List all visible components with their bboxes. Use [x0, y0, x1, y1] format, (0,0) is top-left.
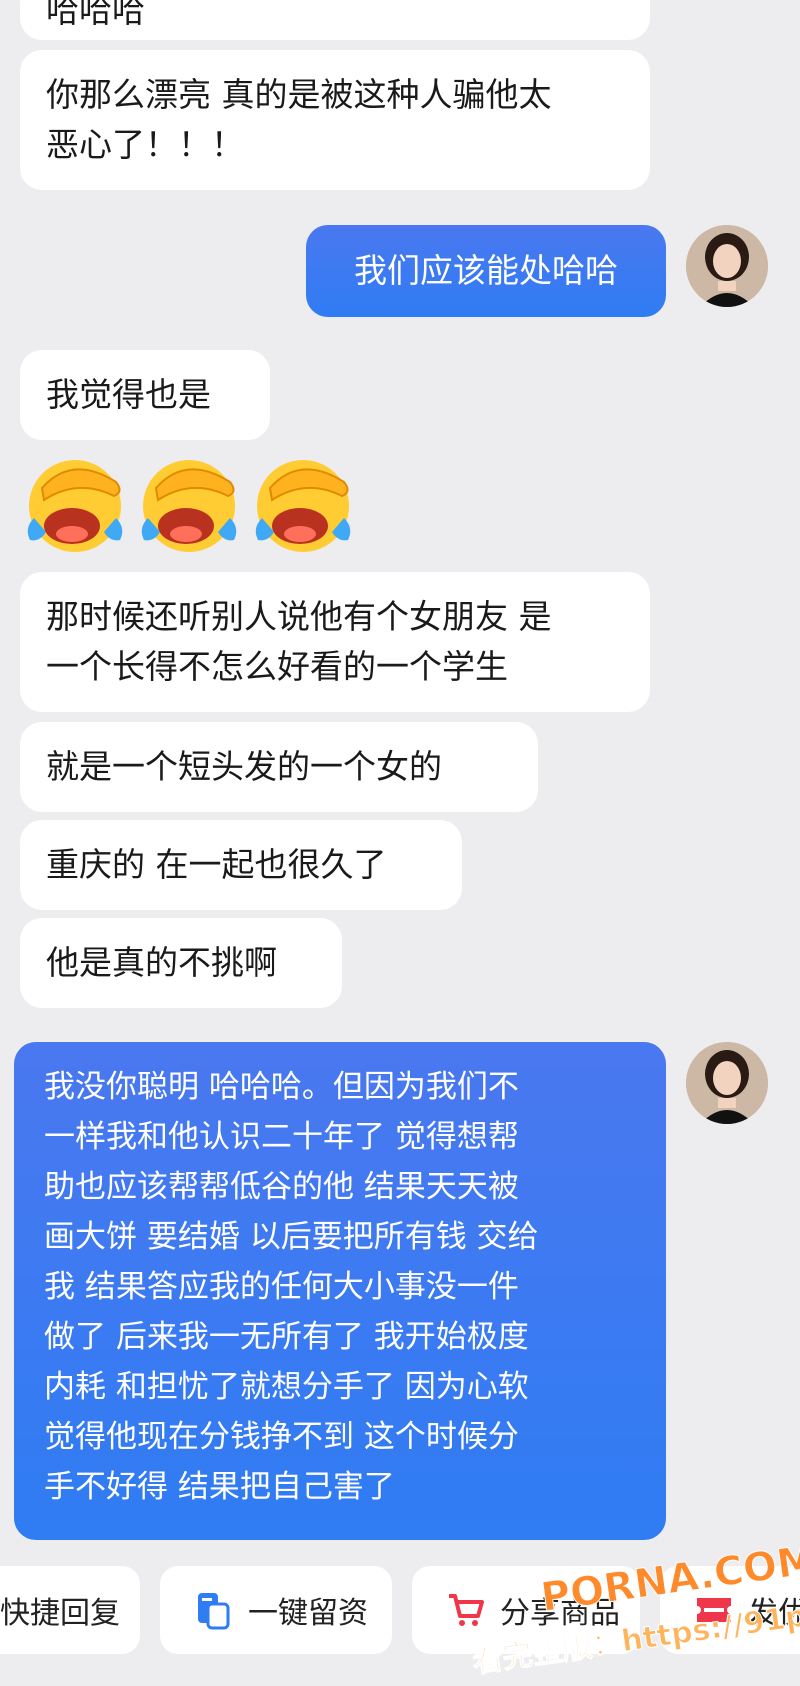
- message-bubble-incoming: 哈哈哈: [20, 0, 650, 40]
- form-icon: [198, 1593, 230, 1630]
- message-bubble-incoming: 那时候还听别人说他有个女朋友 是 一个长得不怎么好看的一个学生: [20, 572, 650, 712]
- shopping-cart-icon: [449, 1594, 484, 1626]
- message-bubble-incoming: 重庆的 在一起也很久了: [20, 820, 462, 910]
- message-bubble-outgoing: 我没你聪明 哈哈哈。但因为我们不 一样我和他认识二十年了 觉得想帮 助也应该帮帮…: [14, 1042, 666, 1540]
- message-bubble-incoming: 就是一个短头发的一个女的: [20, 722, 538, 812]
- avatar[interactable]: [686, 1042, 768, 1124]
- message-bubble-outgoing: 我们应该能处哈哈: [306, 225, 666, 317]
- quick-reply-label: 快捷回复: [0, 1596, 120, 1631]
- one-click-lead-label: 一键留资: [248, 1596, 368, 1631]
- quick-reply-button[interactable]: 快捷回复: [0, 1566, 140, 1654]
- facepalm-laugh-icon: [141, 460, 237, 552]
- emoji-row: [20, 448, 358, 558]
- facepalm-laugh-icon: [27, 460, 123, 552]
- avatar[interactable]: [686, 225, 768, 307]
- message-bubble-incoming: 你那么漂亮 真的是被这种人骗他太 恶心了！！！: [20, 50, 650, 190]
- facepalm-laugh-icon: [255, 460, 351, 552]
- message-bubble-incoming: 他是真的不挑啊: [20, 918, 342, 1008]
- one-click-lead-button[interactable]: 一键留资: [160, 1566, 392, 1654]
- message-bubble-incoming: 我觉得也是: [20, 350, 270, 440]
